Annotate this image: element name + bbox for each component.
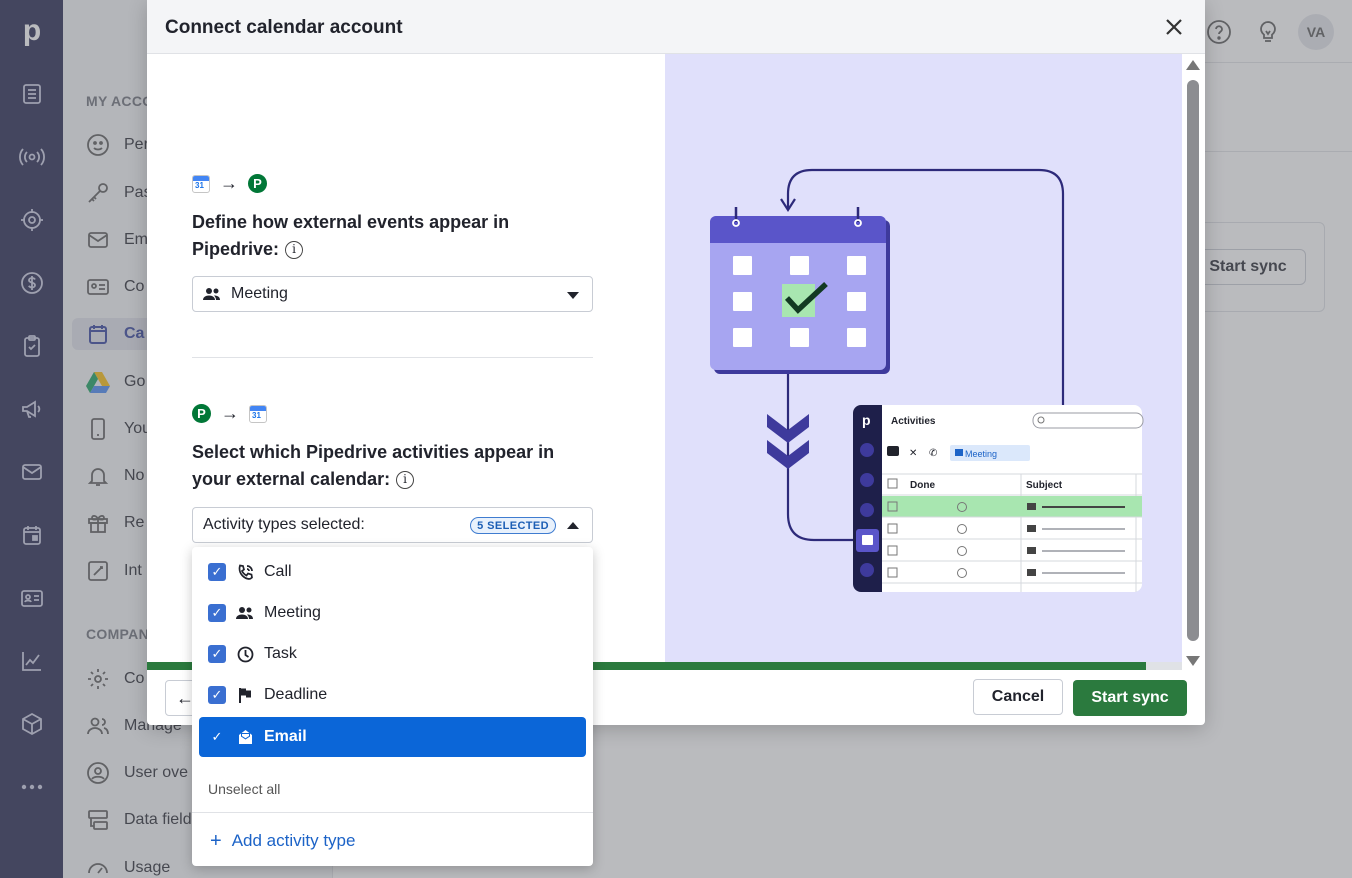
section-divider xyxy=(192,357,593,358)
activity-types-dropdown: ✓ Call ✓ Meeting ✓ Task ✓ Deadline ✓ Ema… xyxy=(192,547,593,866)
envelope-open-icon xyxy=(236,728,254,746)
arrow-right-icon: → xyxy=(220,173,238,193)
sync-direction-external-to-pipedrive: → P xyxy=(192,173,267,194)
section-title-pipedrive-activities: Select which Pipedrive activities appear… xyxy=(192,442,555,489)
google-calendar-icon xyxy=(249,404,267,423)
modal-title: Connect calendar account xyxy=(165,17,403,38)
clock-icon xyxy=(236,645,254,663)
select-label: Activity types selected: xyxy=(203,516,365,533)
option-call[interactable]: ✓ Call xyxy=(199,552,586,592)
option-label: Call xyxy=(264,563,292,580)
svg-text:p: p xyxy=(862,412,871,428)
selected-count-badge: 5 SELECTED xyxy=(470,517,556,534)
add-activity-type-label: Add activity type xyxy=(231,831,356,850)
option-email[interactable]: ✓ Email xyxy=(199,717,586,757)
illustration-panel: p Activities ✕ ✆ Meeting Done Subject xyxy=(665,54,1182,662)
arrow-right-icon: → xyxy=(221,403,239,423)
section-title-external-events: Define how external events appear in Pip… xyxy=(192,212,510,259)
illustration-col-subject: Subject xyxy=(1026,480,1063,491)
phone-call-icon xyxy=(236,563,254,581)
option-deadline[interactable]: ✓ Deadline xyxy=(199,675,586,715)
select-value: Meeting xyxy=(231,285,288,302)
illustration-col-done: Done xyxy=(910,480,935,491)
dropdown-divider xyxy=(192,812,593,813)
close-icon[interactable] xyxy=(1162,15,1186,39)
scroll-up-arrow-icon[interactable] xyxy=(1186,60,1200,70)
sync-direction-pipedrive-to-external: P → xyxy=(192,403,267,424)
google-calendar-icon xyxy=(192,174,210,193)
pipedrive-icon: P xyxy=(248,174,267,193)
option-label: Meeting xyxy=(264,604,321,621)
add-activity-type-button[interactable]: + Add activity type xyxy=(210,831,355,851)
modal-header: Connect calendar account xyxy=(147,0,1205,54)
checkbox-checked-icon[interactable]: ✓ xyxy=(208,728,226,746)
plus-icon: + xyxy=(210,830,222,852)
scrollbar-thumb[interactable] xyxy=(1187,80,1199,641)
option-meeting[interactable]: ✓ Meeting xyxy=(199,593,586,633)
chevron-down-icon xyxy=(567,292,579,299)
checkbox-checked-icon[interactable]: ✓ xyxy=(208,563,226,581)
flag-icon xyxy=(236,686,254,704)
svg-text:✕: ✕ xyxy=(909,448,917,459)
calendar-sync-illustration: p Activities ✕ ✆ Meeting Done Subject xyxy=(710,168,1144,592)
people-icon xyxy=(203,286,221,302)
cancel-button[interactable]: Cancel xyxy=(973,679,1063,715)
option-label: Email xyxy=(264,728,307,745)
checkbox-checked-icon[interactable]: ✓ xyxy=(208,686,226,704)
option-label: Task xyxy=(264,645,297,662)
pipedrive-icon: P xyxy=(192,404,211,423)
illustration-table-title: Activities xyxy=(891,416,936,427)
chevron-up-icon xyxy=(567,522,579,529)
svg-text:✆: ✆ xyxy=(929,448,937,459)
start-sync-button[interactable]: Start sync xyxy=(1073,680,1187,716)
info-icon[interactable]: i xyxy=(396,470,415,489)
checkbox-checked-icon[interactable]: ✓ xyxy=(208,604,226,622)
option-task[interactable]: ✓ Task xyxy=(199,634,586,674)
checkbox-checked-icon[interactable]: ✓ xyxy=(208,645,226,663)
info-icon[interactable]: i xyxy=(285,240,304,259)
external-events-type-select[interactable]: Meeting xyxy=(192,276,593,312)
scroll-down-arrow-icon[interactable] xyxy=(1186,656,1200,666)
option-label: Deadline xyxy=(264,686,328,703)
unselect-all-link[interactable]: Unselect all xyxy=(208,781,280,797)
illustration-chip: Meeting xyxy=(965,449,997,459)
activity-types-select[interactable]: Activity types selected: 5 SELECTED xyxy=(192,507,593,543)
people-icon xyxy=(236,604,254,622)
